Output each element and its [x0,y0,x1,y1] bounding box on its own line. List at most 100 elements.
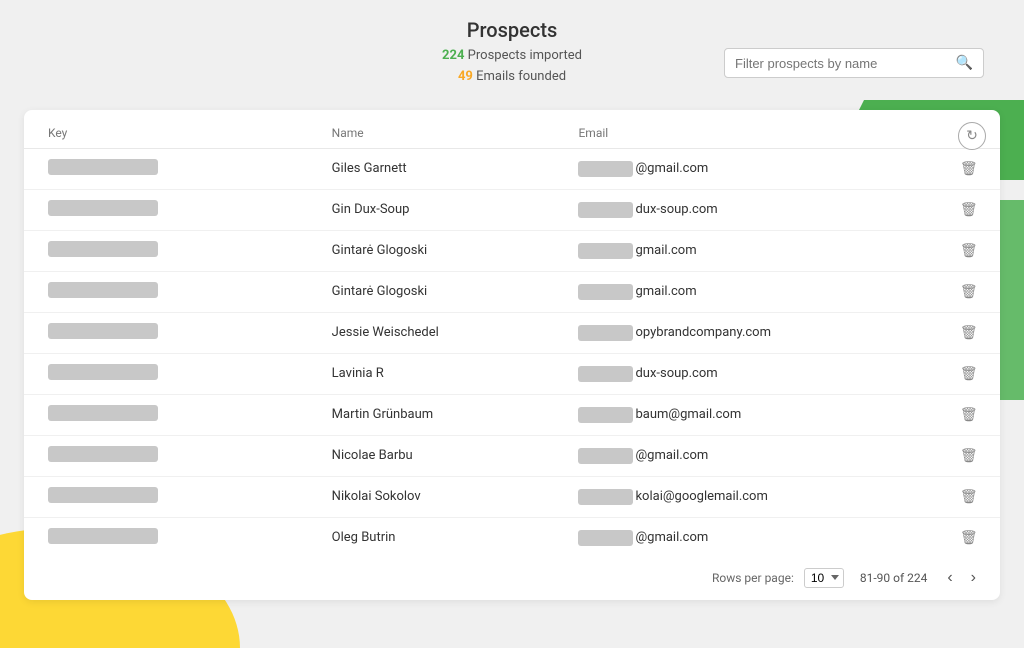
prospects-table: Key Name Email Giles Garnett@gmail.com🗑G… [24,126,1000,558]
cell-email: kolai@googlemail.com [562,476,943,517]
table-row: Martin Grünbaum baum@gmail.com 🗑 [24,394,1000,435]
refresh-icon: ↻ [966,127,978,144]
cell-key [24,394,316,435]
col-header-email: Email [562,126,943,149]
email-suffix: @gmail.com [635,161,708,176]
email-blur [578,202,633,218]
prospects-card: ↻ Key Name Email Giles Garnett@gmail.com… [24,110,1000,600]
cell-delete: 🗑 [944,312,1000,353]
key-placeholder [48,487,158,503]
table-row: Gin Dux-Soup dux-soup.com 🗑 [24,189,1000,230]
pagination-next-button[interactable]: › [967,568,980,588]
cell-name: Lavinia R [316,353,563,394]
email-suffix: @gmail.com [635,448,708,463]
cell-delete: 🗑 [944,435,1000,476]
delete-icon[interactable]: 🗑 [960,366,978,382]
cell-delete: 🗑 [944,353,1000,394]
cell-key [24,353,316,394]
cell-key [24,189,316,230]
email-suffix: @gmail.com [635,530,708,545]
email-blur [578,530,633,546]
cell-name: Nicolae Barbu [316,435,563,476]
prospects-count: 224 [442,48,464,63]
delete-icon[interactable]: 🗑 [960,448,978,464]
cell-key [24,435,316,476]
cell-name: Martin Grünbaum [316,394,563,435]
emails-count: 49 [458,69,473,84]
cell-name: Gintarė Glogoski [316,271,563,312]
email-suffix: gmail.com [635,284,696,299]
table-row: Giles Garnett @gmail.com 🗑 [24,148,1000,189]
cell-key [24,517,316,558]
cell-email: @gmail.com [562,435,943,476]
delete-icon[interactable]: 🗑 [960,407,978,423]
email-blur [578,243,633,259]
email-blur [578,448,633,464]
cell-name: Jessie Weischedel [316,312,563,353]
search-icon: 🔍 [956,55,973,71]
rows-per-page-select[interactable]: 10 25 50 [804,568,844,588]
key-placeholder [48,528,158,544]
key-placeholder [48,200,158,216]
key-placeholder [48,159,158,175]
email-suffix: dux-soup.com [635,202,717,217]
cell-delete: 🗑 [944,271,1000,312]
delete-icon[interactable]: 🗑 [960,161,978,177]
email-suffix: baum@gmail.com [635,407,741,422]
cell-email: @gmail.com [562,517,943,558]
cell-key [24,476,316,517]
key-placeholder [48,364,158,380]
cell-delete: 🗑 [944,148,1000,189]
cell-email: gmail.com [562,271,943,312]
pagination: Rows per page: 10 25 50 81-90 of 224 ‹ › [24,558,1000,600]
cell-name: Giles Garnett [316,148,563,189]
cell-key [24,230,316,271]
page-title: Prospects [0,18,1024,42]
email-suffix: kolai@googlemail.com [635,489,767,504]
delete-icon[interactable]: 🗑 [960,243,978,259]
col-header-key: Key [24,126,316,149]
table-row: Gintarė Glogoski gmail.com 🗑 [24,271,1000,312]
cell-email: dux-soup.com [562,353,943,394]
table-row: Lavinia R dux-soup.com 🗑 [24,353,1000,394]
cell-email: @gmail.com [562,148,943,189]
delete-icon[interactable]: 🗑 [960,530,978,546]
cell-email: baum@gmail.com [562,394,943,435]
key-placeholder [48,446,158,462]
email-blur [578,407,633,423]
cell-name: Gin Dux-Soup [316,189,563,230]
key-placeholder [48,282,158,298]
cell-name: Nikolai Sokolov [316,476,563,517]
email-blur [578,366,633,382]
email-suffix: opybrandcompany.com [635,325,771,340]
cell-delete: 🗑 [944,230,1000,271]
cell-delete: 🗑 [944,189,1000,230]
table-row: Jessie Weischedel opybrandcompany.com 🗑 [24,312,1000,353]
cell-key [24,312,316,353]
table-row: Oleg Butrin@gmail.com🗑 [24,517,1000,558]
cell-delete: 🗑 [944,394,1000,435]
email-blur [578,489,633,505]
delete-icon[interactable]: 🗑 [960,325,978,341]
email-blur [578,325,633,341]
key-placeholder [48,405,158,421]
refresh-button[interactable]: ↻ [958,122,986,150]
email-blur [578,284,633,300]
table-row: Nikolai Sokolov kolai@googlemail.com 🗑 [24,476,1000,517]
delete-icon[interactable]: 🗑 [960,202,978,218]
pagination-range: 81-90 of 224 [860,571,928,585]
prospects-label: Prospects imported [468,48,582,63]
table-row: Gintarė Glogoski gmail.com 🗑 [24,230,1000,271]
delete-icon[interactable]: 🗑 [960,489,978,505]
cell-email: gmail.com [562,230,943,271]
pagination-prev-button[interactable]: ‹ [943,568,956,588]
cell-name: Gintarė Glogoski [316,230,563,271]
delete-icon[interactable]: 🗑 [960,284,978,300]
cell-key [24,148,316,189]
search-input[interactable] [735,56,950,71]
cell-email: opybrandcompany.com [562,312,943,353]
email-blur [578,161,633,177]
email-suffix: dux-soup.com [635,366,717,381]
key-placeholder [48,241,158,257]
email-suffix: gmail.com [635,243,696,258]
